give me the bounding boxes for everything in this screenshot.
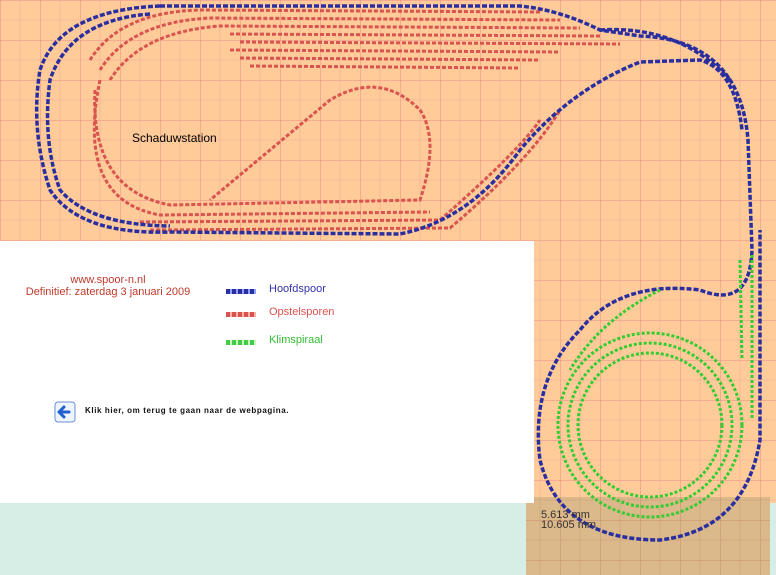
legend-label-klimspiraal: Klimspiraal	[269, 334, 323, 346]
date-label: Definitief: zaterdag 3 januari 2009	[25, 286, 191, 298]
schaduwstation-label: Schaduwstation	[132, 131, 217, 145]
dimension-label-2: 10.605 mm	[541, 519, 597, 531]
klimspiraal-swatch-icon	[226, 340, 256, 345]
legend-label-opstelsporen: Opstelsporen	[269, 306, 335, 318]
website-label: www.spoor-n.nl	[70, 274, 146, 286]
opstelsporen-swatch-icon	[226, 312, 256, 317]
back-arrow-icon[interactable]	[54, 401, 76, 423]
legend-label-hoofdspoor: Hoofdspoor	[269, 283, 326, 295]
back-link[interactable]: Klik hier, om terug te gaan naar de webp…	[85, 406, 289, 415]
hoofdspoor-swatch-icon	[226, 289, 256, 294]
